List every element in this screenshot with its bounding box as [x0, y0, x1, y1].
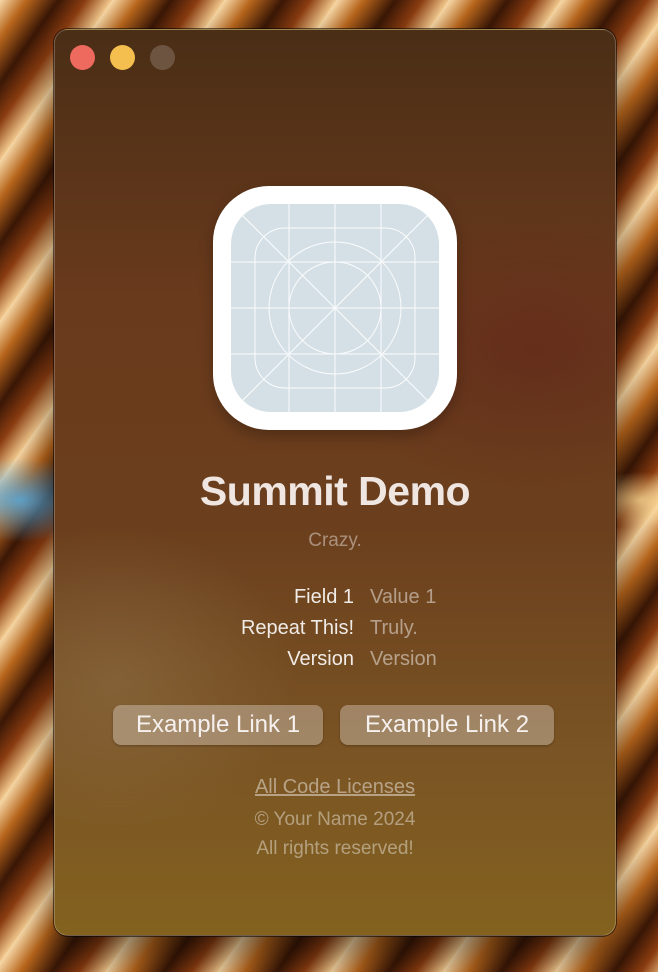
info-value: Truly. [370, 617, 418, 639]
info-row: Version Version [55, 648, 615, 678]
info-key: Version [287, 648, 354, 670]
app-icon-grid-graphic [231, 204, 439, 412]
info-value: Version [370, 648, 437, 670]
info-row: Repeat This! Truly. [55, 617, 615, 647]
zoom-window-icon[interactable] [150, 45, 175, 70]
code-licenses-link[interactable]: All Code Licenses [55, 776, 615, 799]
app-tagline: Crazy. [308, 530, 362, 551]
minimize-window-icon[interactable] [110, 45, 135, 70]
close-window-icon[interactable] [70, 45, 95, 70]
info-row: Field 1 Value 1 [55, 586, 615, 616]
info-key: Field 1 [293, 586, 354, 608]
app-name: Summit Demo [199, 468, 471, 514]
example-link-2-button[interactable]: Example Link 2 [340, 705, 554, 745]
info-key: Repeat This! [240, 617, 354, 639]
example-link-1-button[interactable]: Example Link 1 [113, 705, 323, 745]
about-window: Summit Demo Crazy. Field 1 Value 1 Repea… [54, 29, 616, 936]
rights-text: All rights reserved! [256, 838, 414, 859]
app-icon [213, 186, 457, 430]
info-value: Value 1 [370, 586, 437, 608]
copyright-text: © Your Name 2024 [254, 809, 416, 830]
